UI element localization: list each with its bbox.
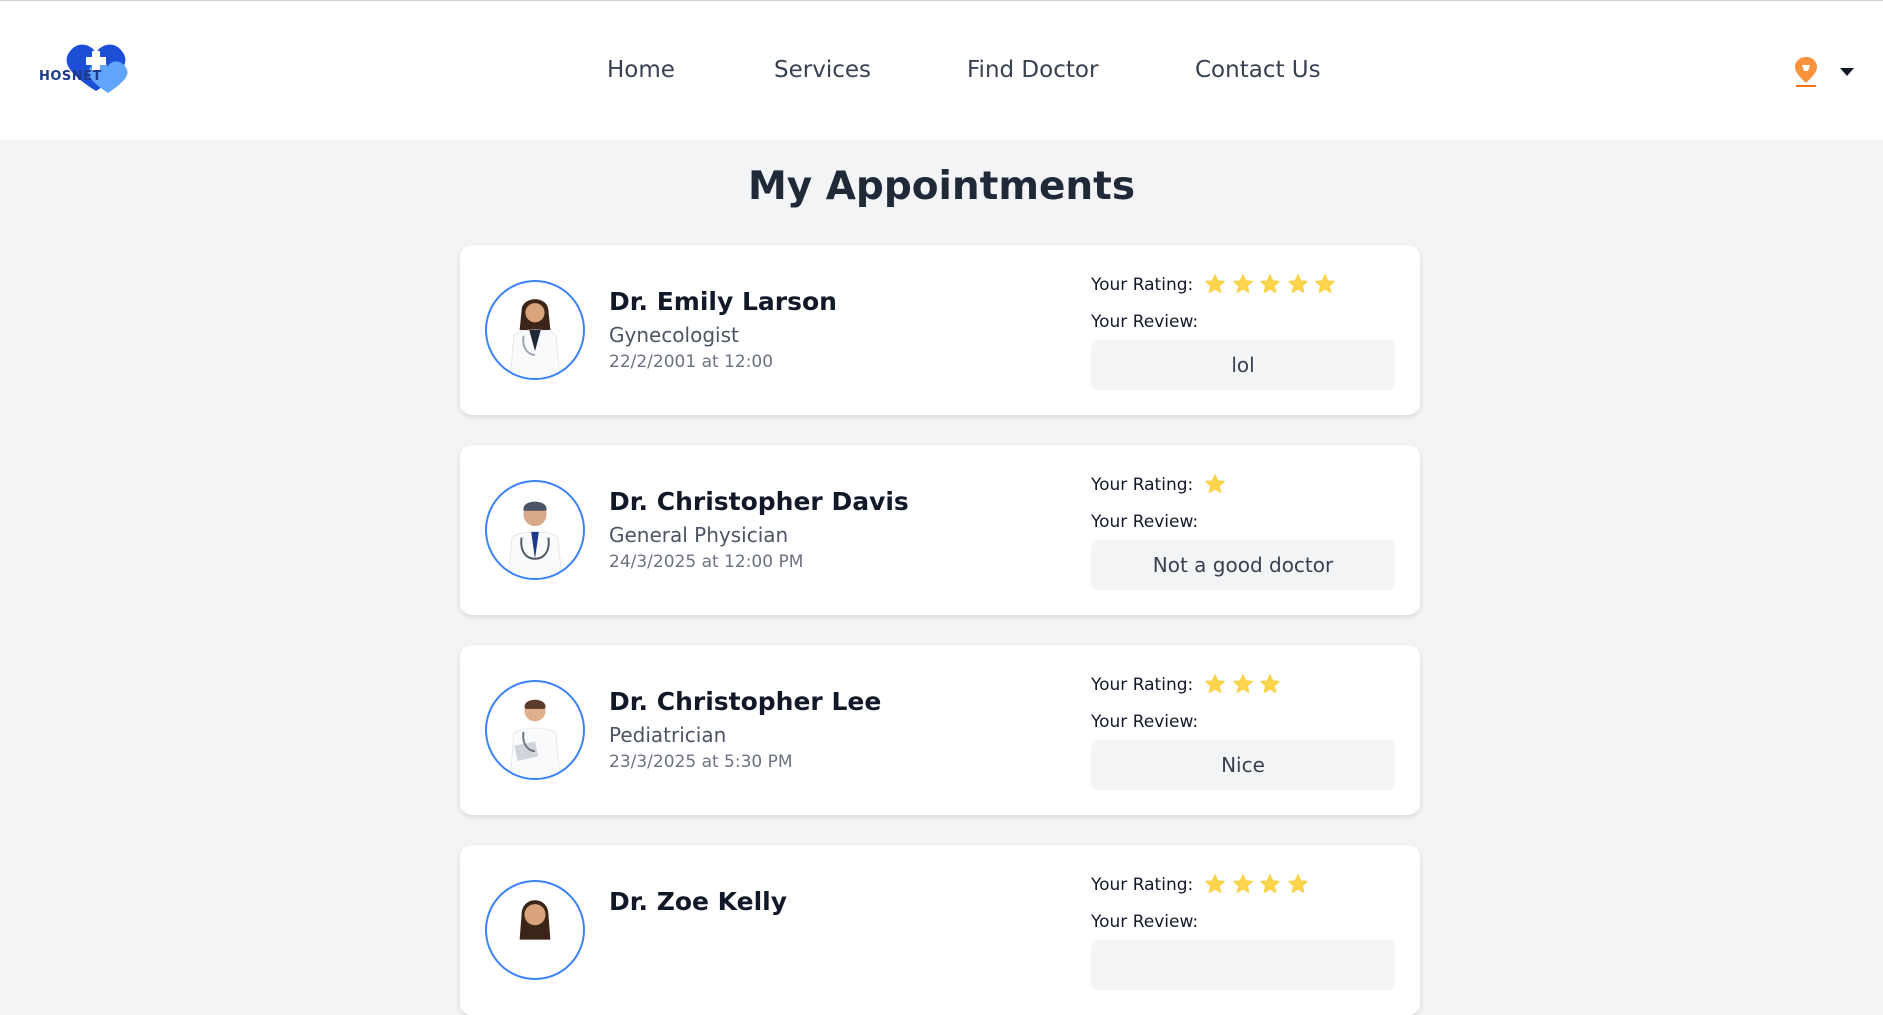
nav-find-doctor-link[interactable]: Find Doctor [967, 57, 1098, 83]
star-rating [1204, 473, 1232, 497]
star-rating [1204, 873, 1314, 897]
rating-label: Your Rating: [1091, 875, 1194, 895]
star-icon [1260, 274, 1280, 293]
review-text: Nice [1091, 740, 1395, 790]
star-icon [1260, 674, 1280, 693]
nav-links: Home Services Find Doctor Contact Us [0, 57, 1883, 87]
rating-label: Your Rating: [1091, 275, 1194, 295]
page-title: My Appointments [747, 164, 1136, 209]
nav-home-link[interactable]: Home [607, 57, 675, 83]
review-label: Your Review: [1091, 912, 1199, 932]
navbar: HOSNET Home Services Find Doctor Contact… [0, 0, 1883, 140]
review-label: Your Review: [1091, 312, 1199, 332]
swiggy-logo-icon [1795, 57, 1817, 87]
doctor-portrait-icon [509, 699, 561, 778]
doctor-avatar [485, 280, 585, 380]
appointment-datetime: 22/2/2001 at 12:00 [609, 352, 774, 372]
star-icon [1232, 874, 1253, 893]
star-icon [1260, 874, 1280, 893]
doctor-name: Dr. Emily Larson [609, 287, 837, 316]
doctor-avatar [485, 480, 585, 580]
appointment-datetime: 23/3/2025 at 5:30 PM [609, 752, 793, 772]
star-icon [1232, 674, 1253, 693]
review-text: Not a good doctor [1091, 540, 1395, 590]
appointment-card: Dr. Zoe Kelly Your Rating: Your Review: [460, 845, 1420, 1015]
review-label: Your Review: [1091, 512, 1199, 532]
doctor-portrait-icon [507, 501, 563, 578]
review-text [1091, 940, 1395, 990]
appointment-card: Dr. Christopher Davis General Physician … [460, 445, 1420, 615]
review-label: Your Review: [1091, 712, 1199, 732]
doctor-name: Dr. Christopher Davis [609, 487, 909, 516]
doctor-avatar [485, 680, 585, 780]
doctor-name: Dr. Zoe Kelly [609, 887, 788, 916]
doctor-specialty: General Physician [609, 523, 789, 547]
appointment-card: Dr. Emily Larson Gynecologist 22/2/2001 … [460, 245, 1420, 415]
doctor-portrait-icon [519, 900, 551, 940]
doctor-name: Dr. Christopher Lee [609, 687, 882, 716]
doctor-specialty: Pediatrician [609, 723, 727, 747]
star-rating [1204, 273, 1342, 297]
star-icon [1232, 274, 1253, 293]
doctor-portrait-icon [509, 299, 561, 378]
review-text: lol [1091, 340, 1395, 390]
nav-services-link[interactable]: Services [774, 57, 871, 83]
star-icon [1205, 274, 1225, 293]
rating-label: Your Rating: [1091, 675, 1194, 695]
profile-avatar[interactable] [1792, 55, 1820, 89]
appointment-datetime: 24/3/2025 at 12:00 PM [609, 552, 804, 572]
nav-contact-us-link[interactable]: Contact Us [1195, 57, 1321, 83]
star-icon [1205, 674, 1225, 693]
doctor-specialty: Gynecologist [609, 323, 739, 347]
doctor-avatar [485, 880, 585, 980]
star-icon [1205, 874, 1225, 893]
caret-down-icon[interactable] [1840, 68, 1854, 76]
star-icon [1205, 474, 1225, 493]
appointment-card: Dr. Christopher Lee Pediatrician 23/3/20… [460, 645, 1420, 815]
star-rating [1204, 673, 1287, 697]
star-icon [1287, 274, 1308, 293]
star-icon [1315, 274, 1335, 293]
rating-label: Your Rating: [1091, 475, 1194, 495]
star-icon [1287, 874, 1308, 893]
